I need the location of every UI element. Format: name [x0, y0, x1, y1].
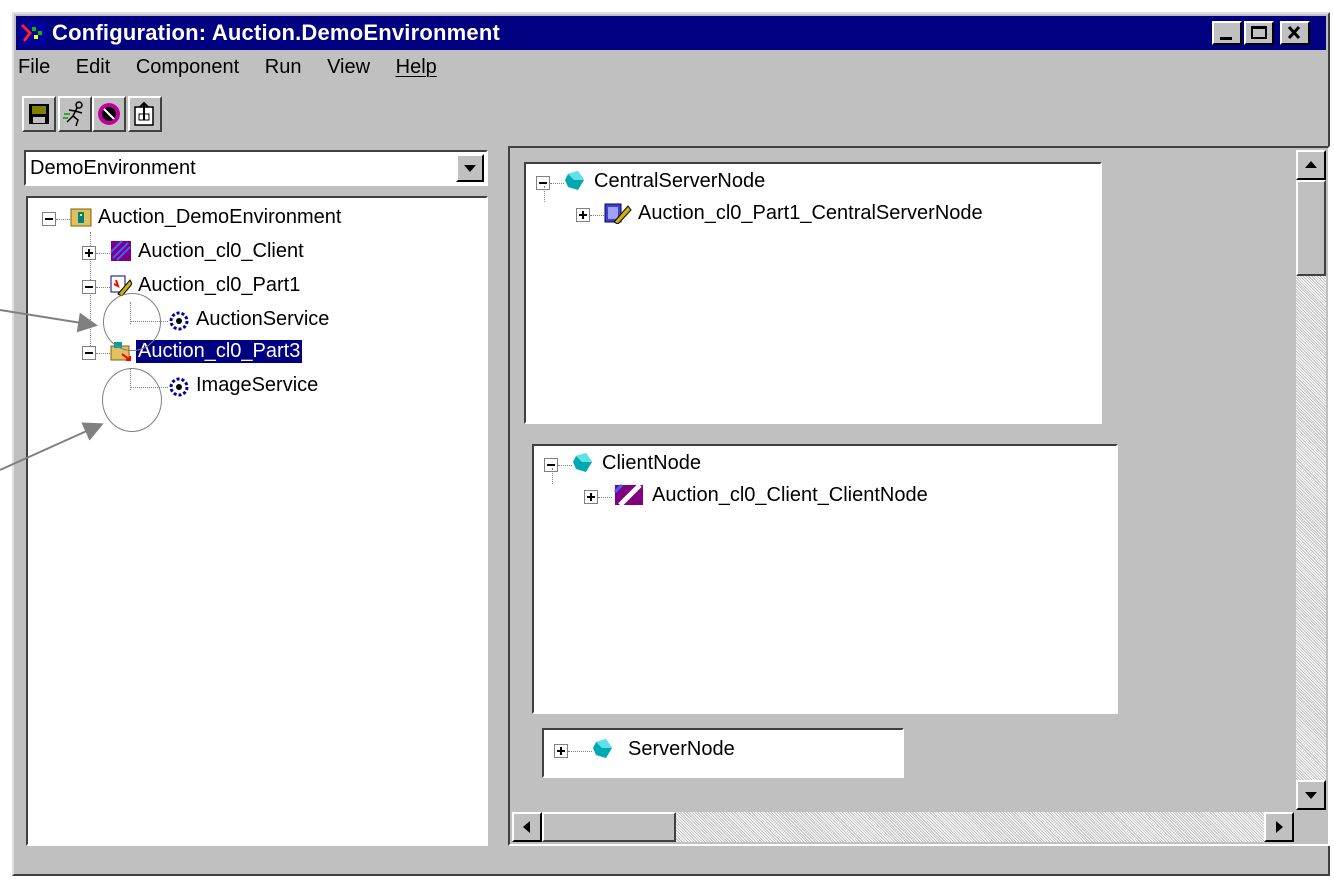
- callout-arrow: [0, 309, 98, 333]
- callout-arrows: [0, 309, 104, 471]
- callout-arrow: [0, 422, 104, 471]
